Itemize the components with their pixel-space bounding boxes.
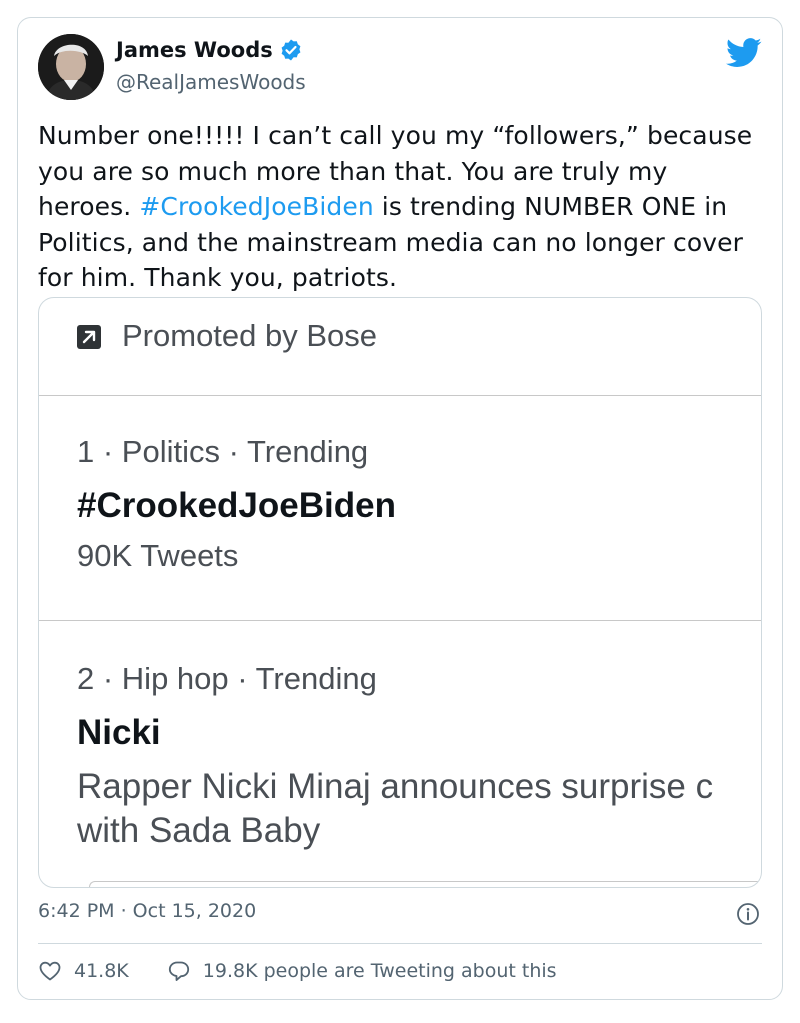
trend-description-line: with Sada Baby: [77, 811, 321, 850]
trend-description-line: Rapper Nicki Minaj announces surprise c: [77, 767, 714, 806]
like-button[interactable]: 41.8K: [38, 959, 129, 983]
trend-count: 90K Tweets: [77, 538, 239, 573]
tweet-actions: 41.8K 19.8K people are Tweeting about th…: [38, 958, 595, 984]
trend-name: #CrookedJoeBiden: [77, 486, 396, 525]
trend-meta: 1 · Politics · Trending: [77, 434, 369, 469]
trend-item: 1 · Politics · Trending #CrookedJoeBiden…: [39, 396, 761, 621]
author-name-text[interactable]: James Woods: [116, 38, 273, 62]
divider: [38, 943, 762, 944]
verified-badge-icon: [279, 38, 303, 62]
reply-button[interactable]: 19.8K people are Tweeting about this: [167, 959, 557, 983]
promoted-arrow-icon: [77, 325, 101, 349]
tweet-card[interactable]: James Woods @RealJamesWoods Number one!!…: [17, 17, 783, 1000]
tweet-text: Number one!!!!! I can’t call you my “fol…: [38, 118, 766, 296]
trend-name: Nicki: [77, 713, 161, 752]
attached-screenshot[interactable]: Promoted by Bose 1 · Politics · Trending…: [38, 297, 762, 888]
trend-item: 2 · Hip hop · Trending Nicki Rapper Nick…: [39, 621, 761, 883]
tweeting-about-text: 19.8K people are Tweeting about this: [202, 960, 557, 982]
trend-meta: 2 · Hip hop · Trending: [77, 661, 377, 696]
author-handle[interactable]: @RealJamesWoods: [116, 70, 306, 94]
info-icon[interactable]: [736, 902, 760, 926]
speech-bubble-icon: [168, 961, 189, 981]
hashtag-link[interactable]: #CrookedJoeBiden: [139, 192, 373, 221]
promoted-row: Promoted by Bose: [39, 298, 761, 396]
card-edge: [89, 881, 761, 887]
author-name[interactable]: James Woods: [116, 38, 303, 62]
heart-icon: [39, 961, 61, 981]
tweet-timestamp[interactable]: 6:42 PM · Oct 15, 2020: [38, 900, 256, 922]
avatar[interactable]: [38, 34, 104, 100]
like-count: 41.8K: [74, 960, 129, 982]
promoted-label: Promoted by Bose: [122, 318, 378, 353]
twitter-bird-icon[interactable]: [726, 38, 762, 68]
trend-description: Rapper Nicki Minaj announces surprise c …: [77, 765, 761, 853]
